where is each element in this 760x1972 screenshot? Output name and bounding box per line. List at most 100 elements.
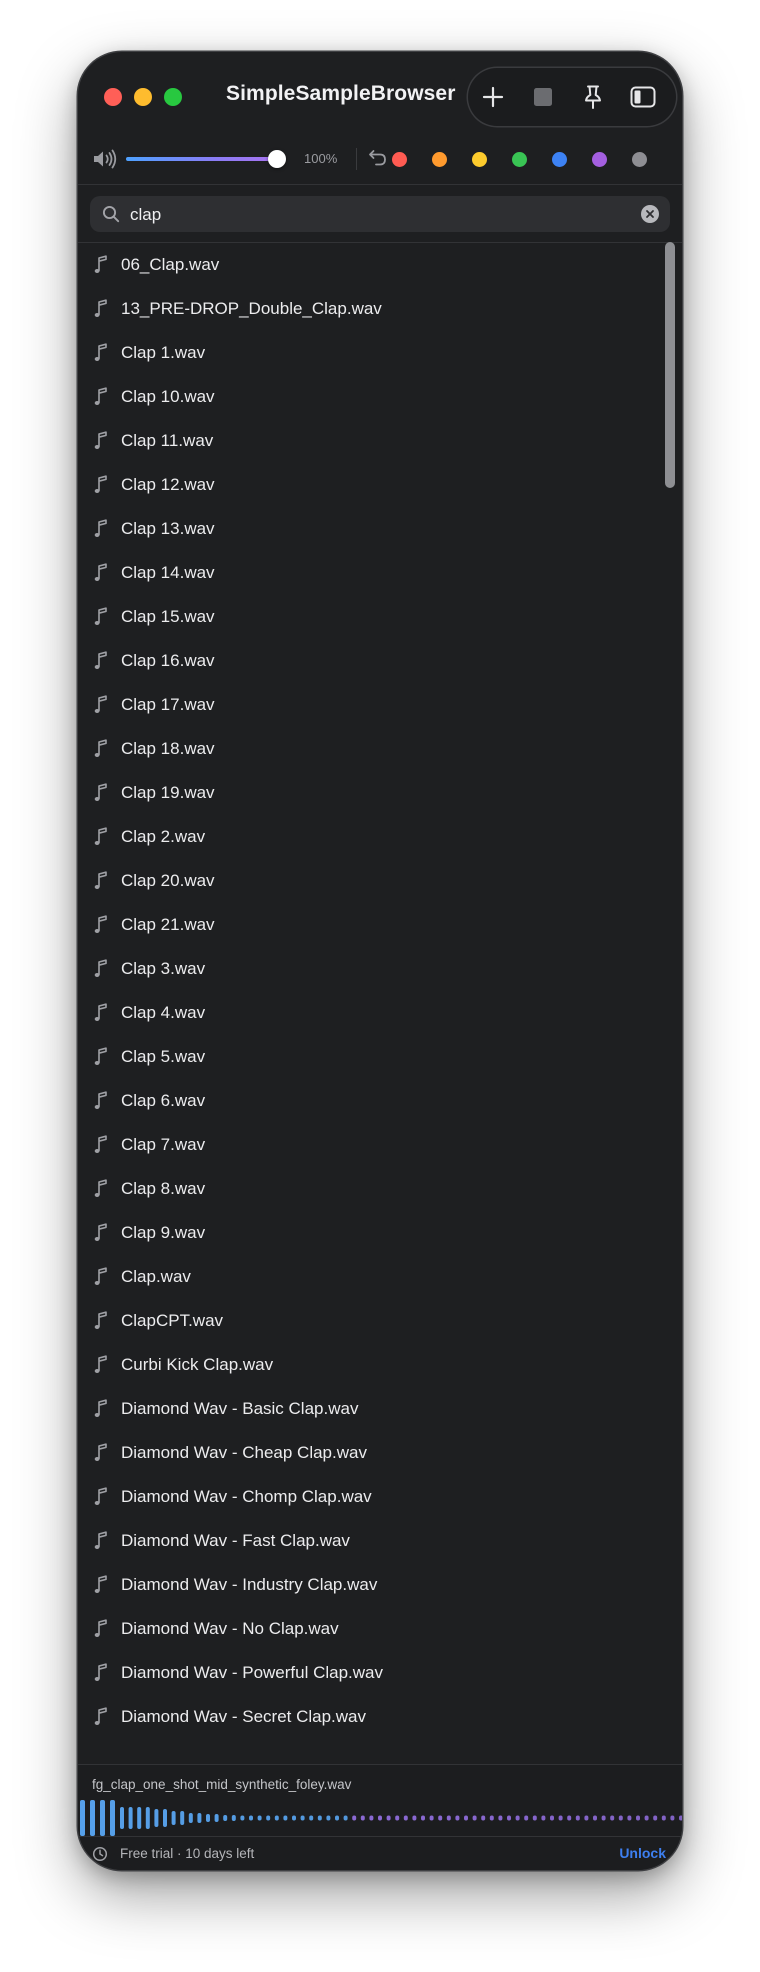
- waveform-bar: [120, 1807, 124, 1829]
- music-note-icon: [94, 1179, 108, 1204]
- list-item[interactable]: Clap 16.wav: [78, 639, 658, 683]
- waveform-bar: [618, 1815, 623, 1821]
- music-note-icon: [94, 915, 108, 940]
- list-item[interactable]: Clap 6.wav: [78, 1079, 658, 1123]
- list-item[interactable]: Clap 18.wav: [78, 727, 658, 771]
- music-note-icon: [94, 1267, 108, 1292]
- search-icon: [102, 205, 120, 223]
- waveform[interactable]: [78, 1799, 682, 1837]
- music-note-icon: [94, 739, 108, 764]
- waveform-bar: [593, 1815, 597, 1821]
- music-note-icon: [94, 871, 108, 896]
- search-input[interactable]: [128, 196, 622, 234]
- waveform-bar: [438, 1815, 443, 1821]
- clock-icon: [92, 1846, 108, 1862]
- list-item[interactable]: Clap 13.wav: [78, 507, 658, 551]
- file-name: Clap 15.wav: [121, 607, 215, 626]
- list-item[interactable]: Curbi Kick Clap.wav: [78, 1343, 658, 1387]
- file-name: Clap 2.wav: [121, 827, 206, 846]
- list-item[interactable]: Clap 5.wav: [78, 1035, 658, 1079]
- list-item[interactable]: 06_Clap.wav: [78, 243, 658, 287]
- list-item[interactable]: Clap 17.wav: [78, 683, 658, 727]
- color-tag-purple[interactable]: [592, 152, 607, 167]
- list-item[interactable]: Clap 8.wav: [78, 1167, 658, 1211]
- color-tag-red[interactable]: [392, 152, 407, 167]
- list-item[interactable]: Clap 21.wav: [78, 903, 658, 947]
- list-item[interactable]: Clap.wav: [78, 1255, 658, 1299]
- list-item[interactable]: Clap 19.wav: [78, 771, 658, 815]
- music-note-icon: [94, 1443, 108, 1468]
- waveform-bar: [317, 1815, 322, 1821]
- list-item[interactable]: Diamond Wav - Basic Clap.wav: [78, 1387, 658, 1431]
- list-item[interactable]: Clap 11.wav: [78, 419, 658, 463]
- waveform-bar: [661, 1815, 666, 1821]
- waveform-bar: [575, 1815, 580, 1821]
- file-name: Clap 3.wav: [121, 959, 206, 978]
- list-item[interactable]: Clap 7.wav: [78, 1123, 658, 1167]
- list-item[interactable]: Diamond Wav - Industry Clap.wav: [78, 1563, 658, 1607]
- file-name: Clap 10.wav: [121, 387, 215, 406]
- list-item[interactable]: Diamond Wav - Fast Clap.wav: [78, 1519, 658, 1563]
- title-bar: SimpleSampleBrowser: [78, 52, 682, 134]
- list-item[interactable]: 13_PRE-DROP_Double_Clap.wav: [78, 287, 658, 331]
- list-item[interactable]: Clap 2.wav: [78, 815, 658, 859]
- scrollbar[interactable]: [663, 232, 677, 1752]
- waveform-bar: [100, 1800, 105, 1836]
- list-item[interactable]: Clap 20.wav: [78, 859, 658, 903]
- color-tag-green[interactable]: [512, 152, 527, 167]
- waveform-bar: [421, 1815, 425, 1821]
- pin-button[interactable]: [576, 80, 610, 114]
- list-item[interactable]: Clap 12.wav: [78, 463, 658, 507]
- list-item[interactable]: Clap 10.wav: [78, 375, 658, 419]
- list-item[interactable]: Clap 14.wav: [78, 551, 658, 595]
- volume-slider[interactable]: [126, 148, 286, 170]
- music-note-icon: [94, 1091, 108, 1116]
- unlock-link[interactable]: Unlock: [619, 1845, 666, 1861]
- toolbar-group: [468, 68, 676, 126]
- waveform-bar: [110, 1800, 115, 1836]
- music-note-icon: [94, 783, 108, 808]
- list-item[interactable]: Diamond Wav - No Clap.wav: [78, 1607, 658, 1651]
- volume-row: 100%: [78, 134, 682, 185]
- file-name: Diamond Wav - Secret Clap.wav: [121, 1707, 367, 1726]
- waveform-bar: [472, 1815, 477, 1821]
- waveform-bar: [274, 1815, 279, 1821]
- close-window-button[interactable]: [104, 88, 122, 106]
- waveform-bar: [90, 1800, 95, 1836]
- list-item[interactable]: Clap 9.wav: [78, 1211, 658, 1255]
- volume-percent-label: 100%: [304, 151, 338, 166]
- list-item[interactable]: Diamond Wav - Cheap Clap.wav: [78, 1431, 658, 1475]
- add-folder-button[interactable]: [476, 80, 510, 114]
- color-tag-gray[interactable]: [632, 152, 647, 167]
- file-name: Diamond Wav - Industry Clap.wav: [121, 1575, 378, 1594]
- minimize-window-button[interactable]: [134, 88, 152, 106]
- list-item[interactable]: Clap 1.wav: [78, 331, 658, 375]
- waveform-bar: [679, 1815, 682, 1821]
- stop-icon: [534, 88, 552, 106]
- color-tag-yellow[interactable]: [472, 152, 487, 167]
- undo-icon[interactable]: [368, 148, 388, 168]
- stop-button[interactable]: [526, 80, 560, 114]
- music-note-icon: [94, 827, 108, 852]
- scrollbar-thumb[interactable]: [665, 242, 675, 488]
- list-item[interactable]: Diamond Wav - Chomp Clap.wav: [78, 1475, 658, 1519]
- file-name: Clap 16.wav: [121, 651, 215, 670]
- music-note-icon: [94, 1047, 108, 1072]
- color-tag-blue[interactable]: [552, 152, 567, 167]
- list-item[interactable]: Diamond Wav - Secret Clap.wav: [78, 1695, 658, 1739]
- clear-search-button[interactable]: [641, 205, 659, 223]
- file-name: Diamond Wav - Powerful Clap.wav: [121, 1663, 384, 1682]
- color-tag-orange[interactable]: [432, 152, 447, 167]
- sidebar-toggle-button[interactable]: [626, 80, 660, 114]
- list-item[interactable]: Clap 15.wav: [78, 595, 658, 639]
- zoom-window-button[interactable]: [164, 88, 182, 106]
- list-item[interactable]: Clap 3.wav: [78, 947, 658, 991]
- file-name: Clap 12.wav: [121, 475, 215, 494]
- waveform-bar: [231, 1815, 236, 1821]
- volume-slider-thumb[interactable]: [268, 150, 286, 168]
- list-item[interactable]: ClapCPT.wav: [78, 1299, 658, 1343]
- file-list[interactable]: 06_Clap.wav 13_PRE-DROP_Double_Clap.wav Cl…: [78, 243, 682, 1765]
- list-item[interactable]: Diamond Wav - Powerful Clap.wav: [78, 1651, 658, 1695]
- music-note-icon: [94, 1663, 108, 1688]
- list-item[interactable]: Clap 4.wav: [78, 991, 658, 1035]
